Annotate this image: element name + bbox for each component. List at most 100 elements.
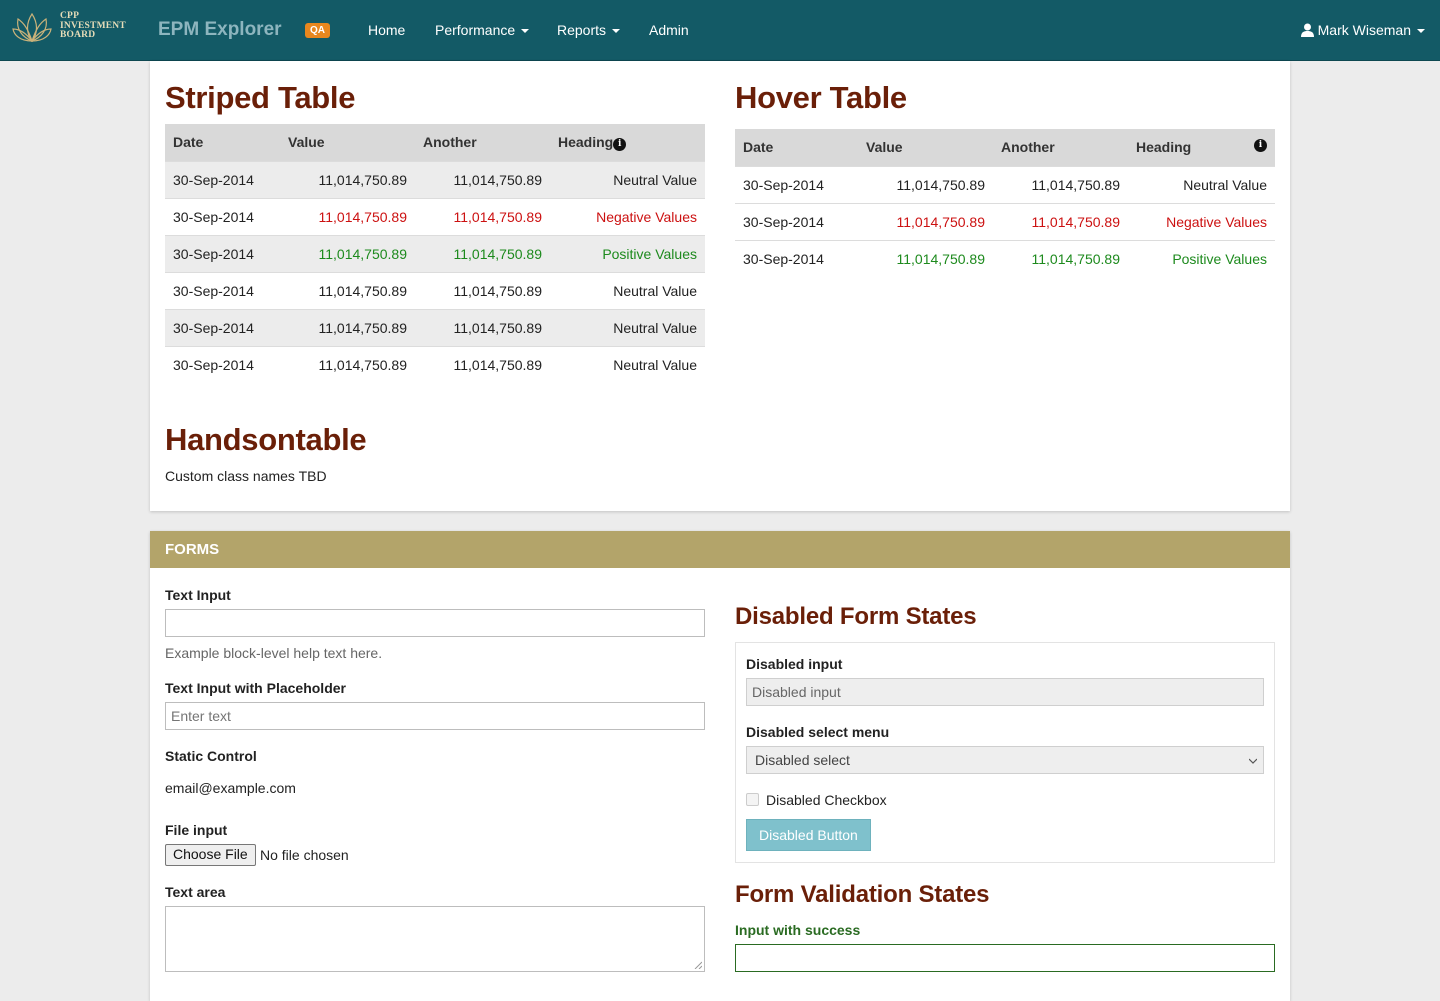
- value-cell: 11,014,750.89: [280, 345, 415, 383]
- another-cell: 11,014,750.89: [415, 234, 550, 272]
- heading-cell: Neutral Value: [1128, 165, 1275, 203]
- value-cell: 11,014,750.89: [280, 197, 415, 235]
- cpp-logo[interactable]: CPP INVESTMENT BOARD: [12, 11, 134, 45]
- nav-item-home[interactable]: Home: [368, 22, 405, 38]
- tables-panel: Striped Table Date Value Another Heading…: [150, 61, 1290, 511]
- column-header[interactable]: Another: [415, 124, 550, 161]
- date-cell: 30-Sep-2014: [735, 239, 858, 277]
- disabled-select-value: Disabled select: [755, 752, 850, 768]
- hover-table: Date Value Another Heading i 30-Sep-2014 1…: [735, 129, 1275, 277]
- file-status: No file chosen: [260, 847, 349, 863]
- date-cell: 30-Sep-2014: [735, 202, 858, 240]
- disabled-select: Disabled select: [746, 746, 1264, 774]
- column-header[interactable]: Value: [858, 129, 993, 166]
- heading-cell: Positive Values: [1128, 239, 1275, 277]
- hover-table-title: Hover Table: [735, 80, 907, 115]
- placeholder-input[interactable]: [165, 702, 705, 730]
- another-cell: 11,014,750.89: [415, 271, 550, 309]
- date-cell: 30-Sep-2014: [165, 234, 280, 272]
- value-cell: 11,014,750.89: [280, 234, 415, 272]
- chevron-down-icon: [1417, 29, 1425, 34]
- nav-item-label: Performance: [435, 22, 516, 38]
- date-cell: 30-Sep-2014: [165, 308, 280, 346]
- handsontable-title: Handsontable: [165, 422, 367, 457]
- disabled-button: Disabled Button: [746, 819, 871, 851]
- disabled-states-title: Disabled Form States: [735, 603, 977, 630]
- validation-states-title: Form Validation States: [735, 881, 990, 908]
- chevron-down-icon: [1249, 758, 1257, 764]
- column-header[interactable]: Value: [280, 124, 415, 161]
- placeholder-input-label: Text Input with Placeholder: [165, 680, 346, 696]
- column-header-label: Heading: [1136, 139, 1192, 156]
- success-input[interactable]: [735, 944, 1275, 972]
- user-menu[interactable]: Mark Wiseman: [1300, 22, 1425, 38]
- textarea-label: Text area: [165, 884, 226, 900]
- column-header[interactable]: Date: [735, 129, 858, 166]
- info-icon[interactable]: i: [1254, 139, 1267, 153]
- column-header-label: Heading: [558, 133, 614, 150]
- user-icon: [1300, 23, 1314, 37]
- choose-file-button[interactable]: Choose File: [165, 844, 256, 866]
- text-input[interactable]: [165, 609, 705, 637]
- another-cell: 11,014,750.89: [415, 308, 550, 346]
- logo-emblem-icon: [12, 12, 52, 43]
- logo-line: BOARD: [60, 30, 96, 40]
- nav-item-label: Home: [368, 22, 406, 38]
- handsontable-description: Custom class names TBD: [165, 468, 327, 484]
- heading-cell: Negative Values: [1128, 202, 1275, 240]
- date-cell: 30-Sep-2014: [165, 345, 280, 383]
- disabled-checkbox: [746, 793, 759, 806]
- date-cell: 30-Sep-2014: [165, 160, 280, 198]
- value-cell: 11,014,750.89: [280, 308, 415, 346]
- date-cell: 30-Sep-2014: [165, 271, 280, 309]
- heading-cell: Negative Values: [550, 197, 705, 235]
- app-brand[interactable]: EPM Explorer: [158, 19, 282, 41]
- info-icon[interactable]: i: [613, 137, 627, 151]
- table-row[interactable]: 30-Sep-2014 11,014,750.89 11,014,750.89 Pos…: [165, 234, 705, 272]
- striped-table-title: Striped Table: [165, 80, 356, 115]
- nav-item-admin[interactable]: Admin: [649, 22, 689, 38]
- column-header[interactable]: Heading i: [1128, 129, 1275, 166]
- heading-cell: Neutral Value: [550, 160, 705, 198]
- another-cell: 11,014,750.89: [415, 345, 550, 383]
- column-header[interactable]: Heading i: [550, 124, 705, 161]
- table-row[interactable]: 30-Sep-2014 11,014,750.89 11,014,750.89 Neu…: [735, 165, 1275, 203]
- date-cell: 30-Sep-2014: [735, 165, 858, 203]
- forms-panel: FORMS Text Input Example block-level hel…: [150, 531, 1290, 1001]
- column-header[interactable]: Another: [993, 129, 1128, 166]
- date-cell: 30-Sep-2014: [165, 197, 280, 235]
- table-row[interactable]: 30-Sep-2014 11,014,750.89 11,014,750.89 Pos…: [735, 239, 1275, 277]
- value-cell: 11,014,750.89: [280, 271, 415, 309]
- table-row[interactable]: 30-Sep-2014 11,014,750.89 11,014,750.89 Neu…: [165, 160, 705, 198]
- table-row[interactable]: 30-Sep-2014 11,014,750.89 11,014,750.89 Neu…: [165, 271, 705, 309]
- nav-item-reports[interactable]: Reports: [557, 22, 621, 38]
- static-control-value: email@example.com: [165, 780, 296, 796]
- text-input-label: Text Input: [165, 587, 231, 603]
- forms-panel-heading: FORMS: [150, 531, 1290, 568]
- table-row[interactable]: 30-Sep-2014 11,014,750.89 11,014,750.89 Neg…: [735, 202, 1275, 240]
- table-row[interactable]: 30-Sep-2014 11,014,750.89 11,014,750.89 Neg…: [165, 197, 705, 235]
- text-input-help: Example block-level help text here.: [165, 645, 383, 661]
- heading-cell: Neutral Value: [550, 308, 705, 346]
- value-cell: 11,014,750.89: [858, 239, 993, 277]
- disabled-input-label: Disabled input: [746, 656, 843, 672]
- disabled-input: Disabled input: [746, 678, 1264, 706]
- value-cell: 11,014,750.89: [280, 160, 415, 198]
- file-input-label: File input: [165, 822, 228, 838]
- heading-cell: Neutral Value: [550, 271, 705, 309]
- heading-cell: Neutral Value: [550, 345, 705, 383]
- column-header[interactable]: Date: [165, 124, 280, 161]
- table-row[interactable]: 30-Sep-2014 11,014,750.89 11,014,750.89 Neu…: [165, 345, 705, 383]
- another-cell: 11,014,750.89: [993, 239, 1128, 277]
- table-row[interactable]: 30-Sep-2014 11,014,750.89 11,014,750.89 Neu…: [165, 308, 705, 346]
- nav-item-label: Admin: [649, 22, 689, 38]
- another-cell: 11,014,750.89: [993, 165, 1128, 203]
- environment-badge: QA: [305, 23, 330, 38]
- chevron-down-icon: [521, 29, 530, 34]
- another-cell: 11,014,750.89: [993, 202, 1128, 240]
- text-area[interactable]: [165, 906, 705, 972]
- disabled-select-label: Disabled select menu: [746, 724, 890, 740]
- static-control-label: Static Control: [165, 748, 257, 764]
- nav-item-performance[interactable]: Performance: [435, 22, 530, 38]
- resize-handle-icon[interactable]: [694, 961, 702, 969]
